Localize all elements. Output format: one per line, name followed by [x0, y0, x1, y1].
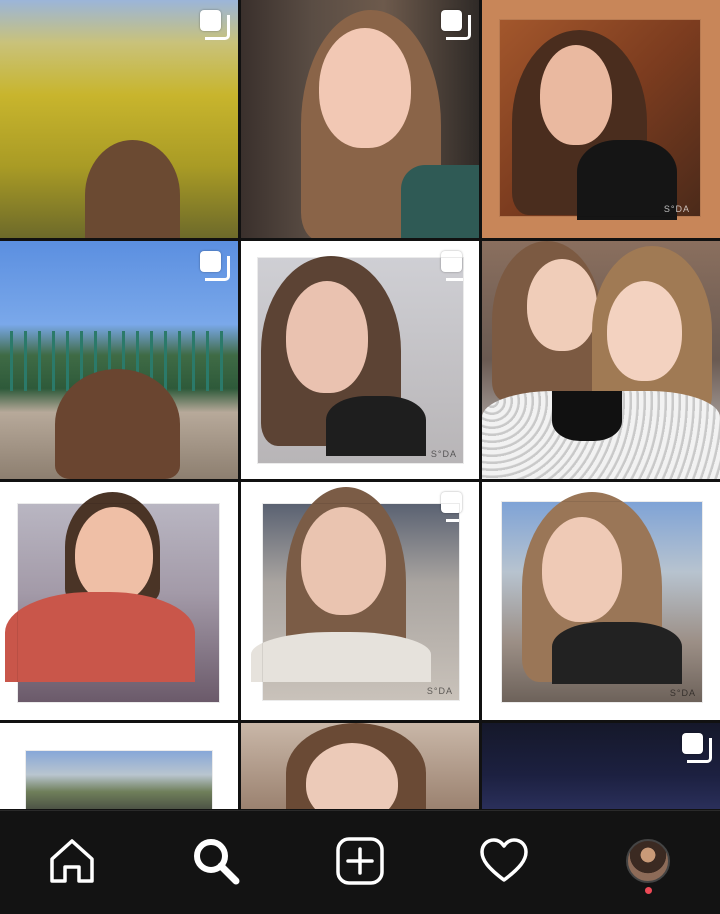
photo-tile[interactable]: [0, 482, 238, 720]
multiple-photos-icon: [200, 251, 230, 281]
photo-tile[interactable]: [0, 0, 238, 238]
red-jacket-shape: [5, 592, 195, 682]
multiple-photos-icon: [682, 733, 712, 763]
face-shape: [542, 517, 622, 622]
home-icon: [50, 839, 94, 883]
face-shape: [301, 507, 386, 615]
photo-tile[interactable]: S°DA: [241, 241, 479, 479]
photo-tile[interactable]: [482, 723, 720, 809]
sweater-shape: [401, 165, 479, 238]
multiple-photos-icon: [200, 10, 230, 40]
tab-search[interactable]: [180, 825, 252, 897]
dress-shape: [552, 391, 622, 441]
photo-tile[interactable]: [0, 241, 238, 479]
profile-avatar: [626, 839, 670, 883]
hoodie-shape: [577, 140, 677, 220]
explore-grid: S°DA S°DA S°DA S°DA: [0, 0, 720, 810]
photo-tile[interactable]: [241, 723, 479, 809]
multiple-photos-icon: [441, 492, 471, 522]
sweater-shape: [251, 632, 431, 682]
face-shape: [286, 281, 368, 393]
face-shape: [607, 281, 682, 381]
activity-heart-icon: [480, 838, 528, 882]
watermark-text: S°DA: [663, 204, 690, 214]
bridge-photo: [26, 751, 212, 809]
tab-activity[interactable]: [468, 825, 540, 897]
shirt-shape: [326, 396, 426, 456]
notification-dot: [644, 887, 652, 894]
multiple-photos-icon: [441, 10, 471, 40]
watermark-text: S°DA: [426, 686, 453, 696]
tab-home[interactable]: [36, 825, 108, 897]
watermark-text: S°DA: [669, 688, 696, 698]
photo-tile[interactable]: [241, 0, 479, 238]
photo-tile[interactable]: S°DA: [241, 482, 479, 720]
face-shape: [319, 28, 411, 148]
bottom-tab-bar: [0, 810, 720, 914]
photo-tile[interactable]: S°DA: [482, 482, 720, 720]
face-shape: [75, 507, 153, 602]
search-icon: [194, 839, 240, 885]
hair-shape: [55, 369, 180, 479]
watermark-text: S°DA: [430, 449, 457, 459]
face-shape: [540, 45, 612, 145]
face-shape: [527, 259, 597, 351]
tab-new-post[interactable]: [324, 825, 396, 897]
coat-shape: [552, 622, 682, 684]
multiple-photos-icon: [441, 251, 471, 281]
photo-tile[interactable]: [482, 241, 720, 479]
photo-tile[interactable]: S°DA: [482, 0, 720, 238]
photo-tile[interactable]: [0, 723, 238, 809]
add-post-icon: [336, 837, 384, 885]
tab-profile[interactable]: [612, 825, 684, 897]
